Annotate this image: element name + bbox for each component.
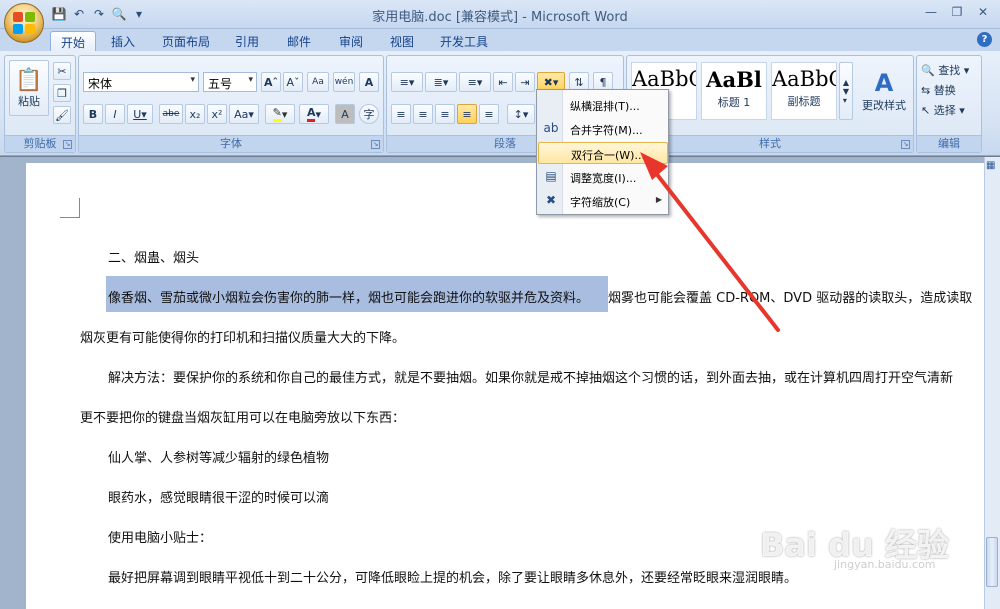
- office-logo-icon: [13, 12, 35, 34]
- annotation-arrow: [640, 152, 780, 332]
- baidu-watermark: Bai du 经验 jingyan.baidu.com: [760, 526, 949, 571]
- office-button[interactable]: [4, 3, 44, 43]
